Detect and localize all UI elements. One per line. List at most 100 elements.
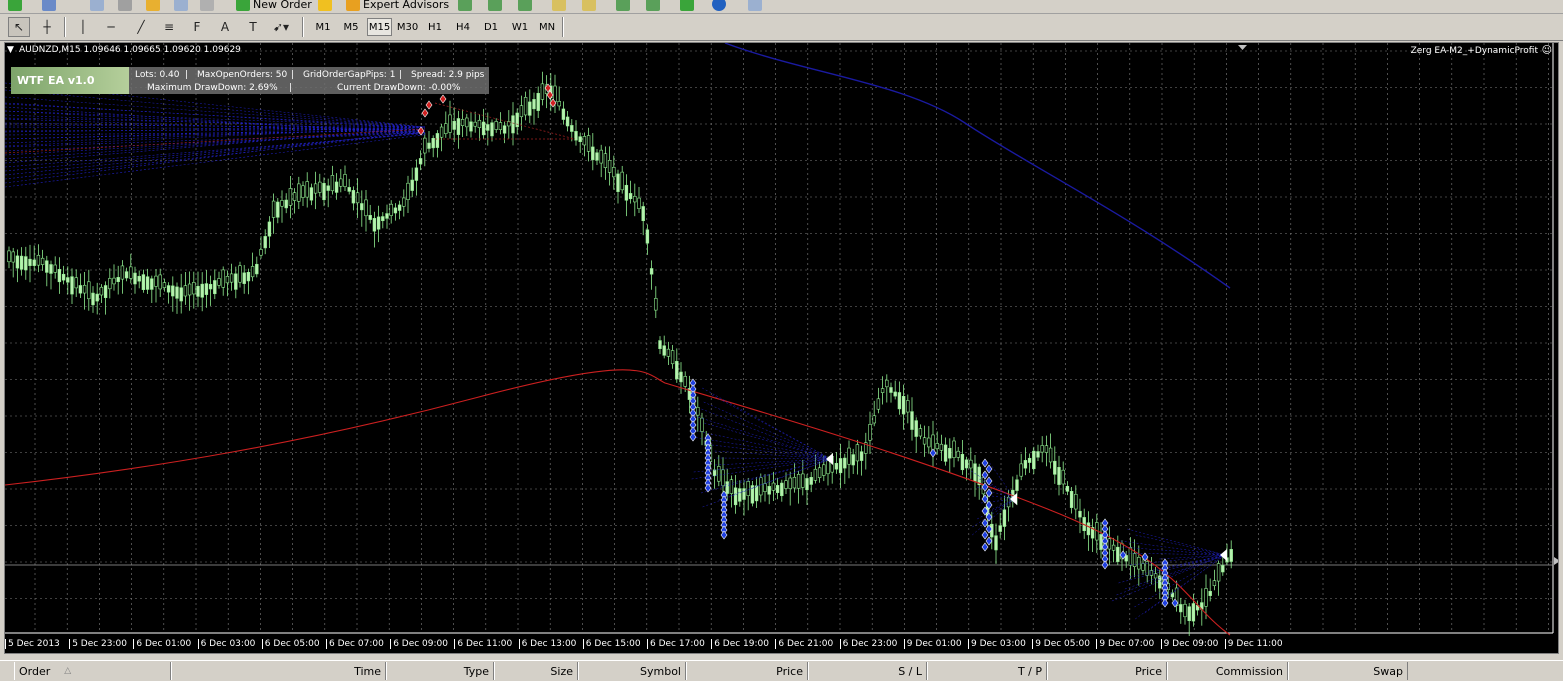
chart-canvas[interactable]: [5, 43, 1559, 654]
candle-body: [599, 149, 603, 164]
toolbar-separator: [562, 17, 564, 37]
candle-body: [742, 488, 746, 500]
vertical-line-tool[interactable]: │: [72, 17, 94, 37]
tile-icon: [616, 0, 630, 11]
terminal-orders-header: Order △ Time Type Size Symbol Price S / …: [0, 660, 1563, 681]
col-commission[interactable]: Commission: [1167, 662, 1288, 680]
candle-body: [418, 158, 423, 165]
metaeditor-button[interactable]: [318, 0, 332, 12]
candle-body: [675, 361, 679, 380]
timeframe-h1[interactable]: H1: [424, 18, 446, 36]
templates-button[interactable]: [748, 0, 762, 12]
candle-body: [192, 282, 196, 295]
profiles-button[interactable]: [42, 0, 56, 12]
candle-body: [603, 153, 608, 168]
candle-body: [448, 114, 452, 133]
favorites-button[interactable]: [146, 0, 160, 12]
bar-chart-button[interactable]: [458, 0, 472, 12]
zoom-in-button[interactable]: [552, 0, 566, 12]
cursor-tool[interactable]: ↖: [8, 17, 30, 37]
candle-body: [439, 126, 444, 138]
candle-body: [729, 479, 734, 494]
window-icon: [90, 0, 104, 11]
candle-body: [498, 122, 503, 130]
horizontal-line-tool[interactable]: ─: [100, 17, 122, 37]
new-order-label: New Order: [253, 0, 312, 11]
timeframe-m1[interactable]: M1: [312, 18, 334, 36]
zoom-out-icon: [582, 0, 596, 11]
terminal-icon: [174, 0, 188, 11]
candle-body: [229, 273, 234, 283]
zoom-out-button[interactable]: [582, 0, 596, 12]
text-label-tool[interactable]: T: [242, 17, 264, 37]
candle-body: [738, 488, 742, 502]
candle-body: [95, 293, 99, 302]
candle-body: [960, 453, 965, 471]
candle-body: [679, 371, 683, 383]
candle-body: [410, 179, 414, 191]
trendline-tool[interactable]: ╱: [130, 17, 152, 37]
terminal-button[interactable]: [174, 0, 188, 12]
tile-windows-button[interactable]: [616, 0, 630, 12]
arrows-tool[interactable]: ➹▾: [270, 17, 292, 37]
candle-body: [796, 474, 801, 489]
price-chart[interactable]: ▼ AUDNZD,M15 1.09646 1.09665 1.09620 1.0…: [4, 42, 1559, 654]
text-tool[interactable]: A: [214, 17, 236, 37]
timeframe-h4[interactable]: H4: [452, 18, 474, 36]
channel-tool[interactable]: ≡: [158, 17, 180, 37]
order-fan-line: [5, 131, 426, 176]
candle-body: [339, 178, 343, 187]
col-time[interactable]: Time: [171, 662, 386, 680]
candle-body: [473, 121, 477, 127]
periods-button[interactable]: [712, 0, 726, 12]
new-order-button[interactable]: New Order: [236, 0, 312, 12]
candle-body: [116, 277, 120, 283]
tester-button[interactable]: [200, 0, 214, 12]
col-swap[interactable]: Swap: [1288, 662, 1408, 680]
timeframe-mn[interactable]: MN: [535, 18, 559, 36]
candle-body: [1153, 573, 1158, 579]
market-watch-button[interactable]: [90, 0, 104, 12]
chart-collapse-icon[interactable]: ▼: [7, 45, 14, 55]
candle-body: [1216, 563, 1221, 582]
ea-sep: |: [291, 70, 295, 80]
timeframe-m15[interactable]: M15: [367, 18, 392, 36]
order-fan-line: [5, 133, 426, 168]
col-stop-loss[interactable]: S / L: [808, 662, 927, 680]
candle-body: [700, 417, 704, 432]
compass-icon: [118, 0, 132, 11]
candle-body: [721, 469, 725, 487]
line-chart-button[interactable]: [518, 0, 532, 12]
candle-body: [133, 272, 137, 285]
expert-advisors-button[interactable]: Expert Advisors: [346, 0, 449, 12]
col-order[interactable]: Order △: [14, 662, 171, 680]
col-size[interactable]: Size: [494, 662, 578, 680]
new-chart-button[interactable]: [8, 0, 22, 12]
buy-order-arrow: [985, 476, 993, 486]
col-price[interactable]: Price: [686, 662, 808, 680]
candle-body: [137, 275, 141, 282]
sell-order-arrow: [417, 126, 425, 136]
fibonacci-tool[interactable]: F: [186, 17, 208, 37]
timeframe-w1[interactable]: W1: [508, 18, 532, 36]
col-type[interactable]: Type: [386, 662, 494, 680]
candle-chart-button[interactable]: [488, 0, 502, 12]
navigator-button[interactable]: [118, 0, 132, 12]
col-current-price[interactable]: Price: [1047, 662, 1167, 680]
timeframe-m5[interactable]: M5: [340, 18, 362, 36]
order-fan-line: [5, 126, 426, 147]
horizontal-line-icon: ─: [107, 20, 115, 34]
time-axis-label: 6 Dec 05:00: [261, 639, 320, 649]
candle-body: [19, 255, 24, 270]
candle-body: [1065, 485, 1070, 492]
candle-body: [70, 276, 74, 295]
indicators-button[interactable]: [680, 0, 694, 12]
timeframe-m30[interactable]: M30: [395, 18, 420, 36]
candle-body: [1053, 460, 1057, 475]
col-symbol[interactable]: Symbol: [578, 662, 686, 680]
chart-shift-button[interactable]: [646, 0, 660, 12]
candle-body: [305, 181, 309, 198]
crosshair-tool[interactable]: ┼: [36, 17, 58, 37]
timeframe-d1[interactable]: D1: [480, 18, 502, 36]
col-take-profit[interactable]: T / P: [927, 662, 1047, 680]
